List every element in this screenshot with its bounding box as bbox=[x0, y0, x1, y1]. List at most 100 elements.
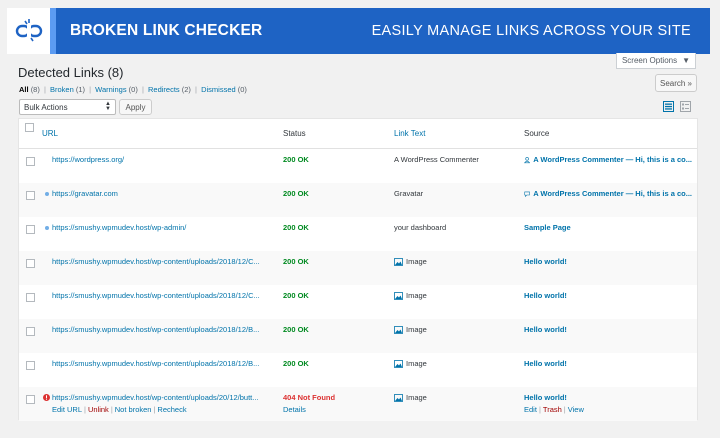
link-status: 200 OK bbox=[283, 257, 309, 266]
table-row-broken: https://smushy.wpmudev.host/wp-content/u… bbox=[19, 387, 697, 421]
table-row: https://wordpress.org/ 200 OK A WordPres… bbox=[19, 149, 697, 183]
trash-link[interactable]: Trash bbox=[543, 405, 562, 414]
screen-options-button[interactable]: Screen Options ▼ bbox=[616, 53, 696, 69]
link-source[interactable]: Sample Page bbox=[524, 223, 692, 232]
error-icon bbox=[43, 394, 50, 401]
link-url[interactable]: https://gravatar.com bbox=[52, 189, 118, 198]
link-source[interactable]: Hello world! bbox=[524, 257, 692, 266]
row-checkbox[interactable] bbox=[26, 327, 35, 336]
filter-redirects-count: (2) bbox=[181, 85, 191, 94]
user-icon bbox=[524, 156, 531, 163]
caret-down-icon: ▼ bbox=[682, 56, 691, 65]
filter-all-count: (8) bbox=[30, 85, 40, 94]
link-status: 200 OK bbox=[283, 223, 309, 232]
link-text: Image bbox=[394, 257, 427, 266]
link-status: 200 OK bbox=[283, 155, 309, 164]
row-checkbox[interactable] bbox=[26, 191, 35, 200]
comment-icon bbox=[524, 191, 530, 197]
not-broken-link[interactable]: Not broken bbox=[115, 405, 152, 414]
column-source-header: Source bbox=[524, 129, 550, 138]
link-url[interactable]: https://smushy.wpmudev.host/wp-admin/ bbox=[52, 223, 186, 232]
links-table: URL Status Link Text Source https://word… bbox=[18, 118, 698, 421]
image-icon bbox=[394, 325, 403, 334]
link-url[interactable]: https://smushy.wpmudev.host/wp-content/u… bbox=[52, 393, 259, 402]
link-url[interactable]: https://smushy.wpmudev.host/wp-content/u… bbox=[52, 257, 270, 266]
link-url-cell: https://smushy.wpmudev.host/wp-admin/ bbox=[45, 223, 263, 232]
link-text: Image bbox=[394, 359, 427, 368]
view-link[interactable]: View bbox=[568, 405, 584, 414]
image-icon bbox=[394, 291, 403, 300]
url-row-actions: Edit URL | Unlink | Not broken | Recheck bbox=[52, 405, 187, 414]
link-source[interactable]: Hello world! bbox=[524, 325, 692, 334]
link-source[interactable]: A WordPress Commenter — Hi, this is a co… bbox=[524, 189, 692, 198]
image-icon bbox=[394, 359, 403, 368]
row-checkbox[interactable] bbox=[26, 293, 35, 302]
excerpt-view-icon[interactable] bbox=[680, 101, 691, 112]
select-arrows-icon: ▲ ▼ bbox=[105, 101, 111, 112]
table-row: https://smushy.wpmudev.host/wp-content/u… bbox=[19, 319, 697, 353]
link-source[interactable]: Hello world! bbox=[524, 291, 692, 300]
row-checkbox[interactable] bbox=[26, 395, 35, 404]
link-text: Image bbox=[394, 291, 427, 300]
edit-url-link[interactable]: Edit URL bbox=[52, 405, 82, 414]
plugin-tagline: EASILY MANAGE LINKS ACROSS YOUR SITE bbox=[371, 23, 691, 39]
row-checkbox[interactable] bbox=[26, 361, 35, 370]
table-row: https://smushy.wpmudev.host/wp-content/u… bbox=[19, 251, 697, 285]
redirect-dot-icon bbox=[45, 191, 49, 196]
image-icon bbox=[394, 257, 403, 266]
row-checkbox[interactable] bbox=[26, 225, 35, 234]
link-url-cell: https://smushy.wpmudev.host/wp-content/u… bbox=[43, 393, 271, 402]
status-row-actions: Details bbox=[283, 405, 306, 414]
link-text: A WordPress Commenter bbox=[394, 155, 479, 164]
column-url-header[interactable]: URL bbox=[42, 129, 58, 138]
bulk-actions-label: Bulk Actions bbox=[24, 102, 68, 112]
list-view-icon[interactable] bbox=[663, 101, 674, 112]
bulk-actions-select[interactable]: Bulk Actions ▲ ▼ bbox=[19, 99, 116, 115]
link-text: Gravatar bbox=[394, 189, 424, 198]
filter-redirects[interactable]: Redirects bbox=[148, 85, 180, 94]
plugin-banner: BROKEN LINK CHECKER EASILY MANAGE LINKS … bbox=[7, 8, 710, 54]
redirect-dot-icon bbox=[45, 225, 49, 230]
filter-dismissed-count: (0) bbox=[237, 85, 247, 94]
details-link[interactable]: Details bbox=[283, 405, 306, 414]
filter-broken[interactable]: Broken bbox=[50, 85, 74, 94]
image-icon bbox=[394, 393, 403, 402]
table-header: URL Status Link Text Source bbox=[19, 119, 697, 149]
search-button[interactable]: Search » bbox=[655, 74, 697, 92]
link-source[interactable]: A WordPress Commenter — Hi, this is a co… bbox=[524, 155, 692, 164]
table-row: https://smushy.wpmudev.host/wp-admin/ 20… bbox=[19, 217, 697, 251]
link-status: 404 Not Found bbox=[283, 393, 336, 402]
row-checkbox[interactable] bbox=[26, 157, 35, 166]
select-all-checkbox[interactable] bbox=[25, 123, 34, 132]
link-url[interactable]: https://smushy.wpmudev.host/wp-content/u… bbox=[52, 291, 270, 300]
link-status: 200 OK bbox=[283, 325, 309, 334]
filter-all[interactable]: All bbox=[19, 85, 29, 94]
filter-broken-count: (1) bbox=[75, 85, 86, 94]
link-source[interactable]: Hello world! bbox=[524, 359, 692, 368]
column-link-text-header[interactable]: Link Text bbox=[394, 129, 425, 138]
link-url-cell: https://gravatar.com bbox=[45, 189, 263, 198]
link-url[interactable]: https://smushy.wpmudev.host/wp-content/u… bbox=[52, 359, 270, 368]
page-title: Detected Links (8) bbox=[18, 65, 124, 80]
filter-dismissed[interactable]: Dismissed bbox=[201, 85, 236, 94]
link-url[interactable]: https://wordpress.org/ bbox=[52, 155, 270, 164]
link-url[interactable]: https://smushy.wpmudev.host/wp-content/u… bbox=[52, 325, 270, 334]
row-checkbox[interactable] bbox=[26, 259, 35, 268]
table-row: https://smushy.wpmudev.host/wp-content/u… bbox=[19, 285, 697, 319]
unlink-link[interactable]: Unlink bbox=[88, 405, 109, 414]
filter-warnings-count: (0) bbox=[128, 85, 138, 94]
edit-source-link[interactable]: Edit bbox=[524, 405, 537, 414]
link-status: 200 OK bbox=[283, 359, 309, 368]
view-mode-toggle bbox=[663, 101, 691, 112]
link-status: 200 OK bbox=[283, 291, 309, 300]
column-status-header: Status bbox=[283, 129, 306, 138]
recheck-link[interactable]: Recheck bbox=[157, 405, 186, 414]
plugin-name: BROKEN LINK CHECKER bbox=[70, 22, 263, 39]
broken-chain-logo-icon bbox=[7, 8, 56, 54]
filter-warnings[interactable]: Warnings bbox=[95, 85, 126, 94]
screen-options-label: Screen Options bbox=[621, 56, 678, 65]
link-source[interactable]: Hello world! bbox=[524, 393, 692, 402]
apply-button[interactable]: Apply bbox=[119, 99, 152, 115]
link-text: Image bbox=[394, 325, 427, 334]
link-text: your dashboard bbox=[394, 223, 447, 232]
